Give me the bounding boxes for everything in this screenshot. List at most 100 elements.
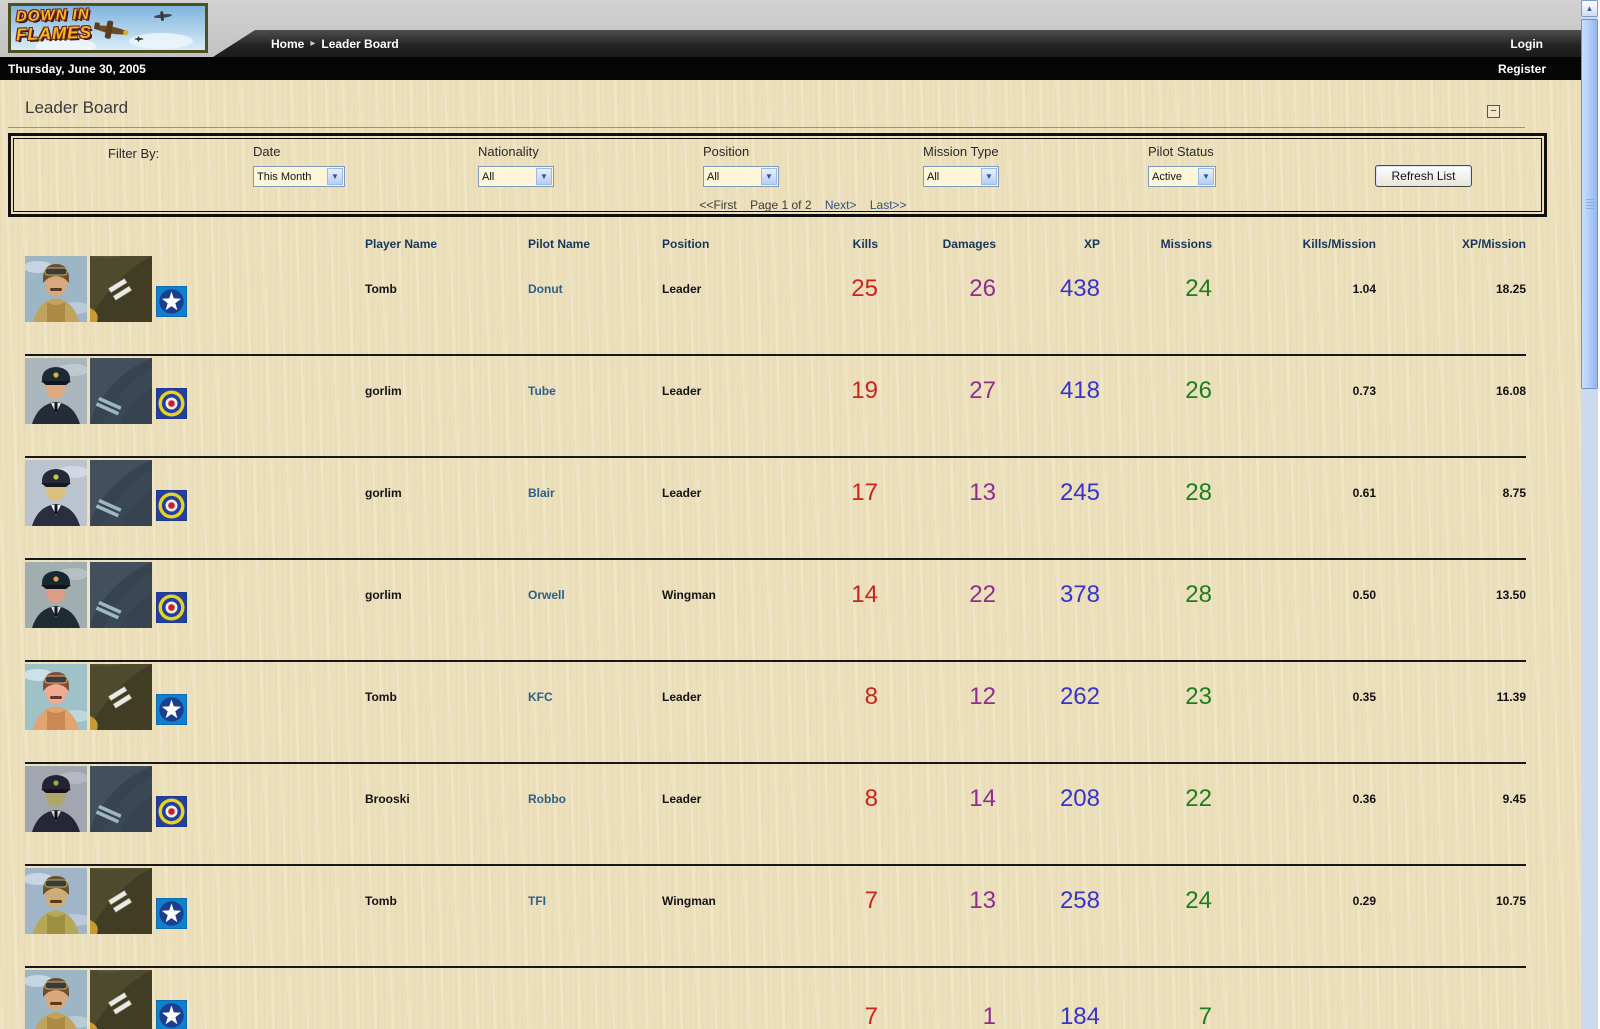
damages-value: 12 [969,683,996,710]
kills-value: 25 [851,275,878,302]
pilot-status-filter-select[interactable]: Active ▼ [1148,166,1216,187]
chevron-down-icon[interactable]: ▼ [327,168,343,185]
missions-value: 26 [1185,377,1212,404]
missions-value: 28 [1185,479,1212,506]
table-row: 7 1 184 7 [25,968,1526,1029]
xp-value: 258 [1059,887,1100,914]
kills-value: 14 [851,581,878,608]
chevron-down-icon[interactable]: ▼ [981,168,997,185]
filter-panel: Filter By: Date This Month ▼ Nationality… [8,133,1547,217]
nationality-roundel-icon [156,1000,187,1029]
pilot-portrait-image [25,868,87,934]
position-value: Wingman [662,894,716,908]
position-filter-select[interactable]: All ▼ [703,166,779,187]
refresh-list-button[interactable]: Refresh List [1375,165,1472,187]
pagination-last-link[interactable]: Last>> [870,198,907,212]
nationality-filter-label: Nationality [478,144,539,159]
date-bar: Thursday, June 30, 2005 Register [0,57,1581,80]
xp-value: 418 [1059,377,1100,404]
nationality-roundel-icon [156,898,187,929]
pilot-name-link[interactable]: TFI [528,894,546,908]
scrollbar-up-arrow-icon[interactable]: ▲ [1581,0,1598,17]
column-header-kills: Kills [852,237,878,251]
nationality-roundel-icon [156,694,187,725]
date-filter-select[interactable]: This Month ▼ [253,166,345,187]
uniform-rank-image [90,766,152,832]
pilot-portrait-image [25,358,87,424]
column-header-kills-per-mission: Kills/Mission [1302,237,1376,251]
pilot-portrait-image [25,664,87,730]
position-value: Wingman [662,588,716,602]
scrollbar-grip-icon [1586,199,1594,209]
pilot-portrait-image [25,256,87,322]
kills-per-mission-value: 0.50 [1352,588,1376,602]
breadcrumb-current[interactable]: Leader Board [321,37,398,51]
missions-value: 7 [1198,1003,1212,1029]
pilot-portrait-image [25,562,87,628]
pilot-name-link[interactable]: Donut [528,282,563,296]
kills-per-mission-value: 1.04 [1352,282,1376,296]
xp-value: 438 [1059,275,1100,302]
xp-value: 208 [1059,785,1100,812]
chevron-down-icon[interactable]: ▼ [536,168,552,185]
pilot-images [25,562,187,628]
table-row: Brooski Robbo Leader 8 14 208 22 0.36 9.… [25,764,1526,866]
damages-value: 13 [969,479,996,506]
login-link[interactable]: Login [1510,37,1543,51]
scrollbar-thumb[interactable] [1581,19,1598,389]
main-nav-bar: Home ▸ Leader Board Login [213,30,1581,57]
position-value: Leader [662,486,702,500]
mission-type-filter-select[interactable]: All ▼ [923,166,999,187]
xp-value: 184 [1059,1003,1100,1029]
table-row: Tomb TFI Wingman 7 13 258 24 0.29 10.75 [25,866,1526,968]
column-header-pilot-name: Pilot Name [528,237,591,251]
pagination-page-info: Page 1 of 2 [750,198,812,212]
pilot-name-link[interactable]: KFC [528,690,553,704]
position-filter-label: Position [703,144,750,159]
pilot-portrait-image [25,766,87,832]
pilot-name-link[interactable]: Robbo [528,792,566,806]
xp-per-mission-value: 8.75 [1502,486,1526,500]
nationality-filter-value: All [482,170,495,183]
pilot-portrait-image [25,970,87,1029]
page-content: Leader Board − Filter By: Date This Mont… [0,80,1581,1029]
uniform-rank-image [90,664,152,730]
position-value: Leader [662,282,702,296]
pilot-images [25,766,187,832]
logo-text-line2: FLAMES [15,22,93,45]
missions-value: 28 [1185,581,1212,608]
register-link[interactable]: Register [1498,62,1546,76]
collapse-panel-icon[interactable]: − [1487,105,1500,118]
pilot-name-link[interactable]: Orwell [528,588,565,602]
pilot-images [25,868,187,934]
nationality-filter-select[interactable]: All ▼ [478,166,554,187]
pilot-name-link[interactable]: Blair [528,486,555,500]
date-filter-label: Date [253,144,281,159]
title-divider [8,127,1525,128]
column-header-position: Position [662,237,710,251]
pilot-portrait-image [25,460,87,526]
pilot-status-filter-label: Pilot Status [1148,144,1214,159]
position-value: Leader [662,384,702,398]
leaderboard-page: DOWN IN FLAMES Home ▸ Leader Board Login… [0,0,1600,1029]
player-name: gorlim [365,486,402,500]
pilot-name-link[interactable]: Tube [528,384,556,398]
table-row: Tomb KFC Leader 8 12 262 23 0.35 11.39 [25,662,1526,764]
date-filter-value: This Month [257,170,312,183]
page-title: Leader Board [25,98,129,117]
chevron-down-icon[interactable]: ▼ [761,168,777,185]
vertical-scrollbar[interactable]: ▲ [1581,0,1598,1029]
column-header-xp-per-mission: XP/Mission [1461,237,1526,251]
pilot-images [25,970,187,1029]
breadcrumb-home-link[interactable]: Home [271,37,304,51]
player-name: Tomb [365,690,397,704]
pagination-next-link[interactable]: Next> [825,198,857,212]
uniform-rank-image [90,868,152,934]
pagination-first-link[interactable]: <<First [699,198,736,212]
damages-value: 1 [982,1003,996,1029]
xp-value: 378 [1059,581,1100,608]
table-row: gorlim Orwell Wingman 14 22 378 28 0.50 … [25,560,1526,662]
pilot-images [25,664,187,730]
down-in-flames-logo[interactable]: DOWN IN FLAMES [8,3,208,53]
chevron-down-icon[interactable]: ▼ [1198,168,1214,185]
